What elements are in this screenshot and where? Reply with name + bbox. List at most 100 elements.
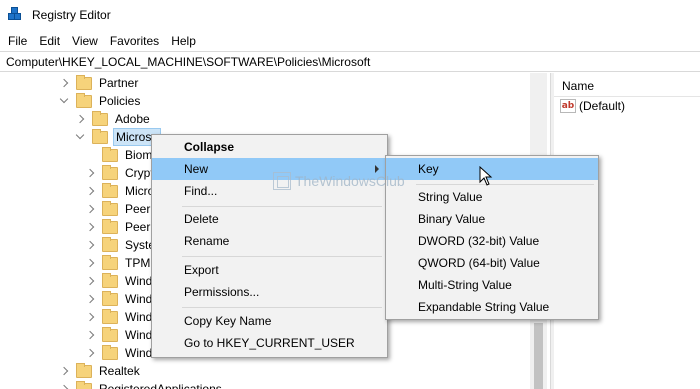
menu-item-export[interactable]: Export (152, 259, 387, 281)
chevron-right-icon[interactable] (60, 74, 70, 92)
folder-icon (76, 74, 92, 90)
submenu-item-expandable-string-value[interactable]: Expandable String Value (386, 296, 598, 318)
tree-item-label: Biom (125, 148, 153, 162)
tree-item-child[interactable]: PeerD (86, 200, 161, 218)
tree-item-partner[interactable]: Partner (60, 74, 140, 92)
column-header-name[interactable]: Name (562, 79, 594, 93)
tree-item-adobe[interactable]: Adobe (76, 110, 152, 128)
menu-separator (416, 184, 594, 185)
folder-icon (102, 200, 118, 216)
chevron-right-icon[interactable] (76, 110, 86, 128)
submenu-item-qword-value[interactable]: QWORD (64-bit) Value (386, 252, 598, 274)
submenu-item-string-value[interactable]: String Value (386, 186, 598, 208)
registry-editor-app-icon (8, 7, 24, 23)
folder-icon (102, 326, 118, 342)
watermark: TheWindowsClub (273, 172, 405, 190)
tree-item-child[interactable]: Wind (86, 272, 154, 290)
folder-icon (92, 128, 108, 144)
folder-icon (102, 146, 118, 162)
menu-item-rename[interactable]: Rename (152, 230, 387, 252)
value-row-default[interactable]: ab (Default) (560, 99, 625, 113)
chevron-down-icon[interactable] (60, 92, 70, 110)
submenu-item-dword-value[interactable]: DWORD (32-bit) Value (386, 230, 598, 252)
tree-item-policies[interactable]: Policies (60, 92, 142, 110)
tree-item-label: Wind (125, 310, 153, 324)
chevron-right-icon[interactable] (86, 200, 96, 218)
tree-item-child[interactable]: Biom (102, 146, 154, 164)
submenu-item-multi-string-value[interactable]: Multi-String Value (386, 274, 598, 296)
chevron-down-icon[interactable] (76, 128, 86, 146)
scrollbar-thumb[interactable] (534, 323, 543, 389)
menu-file[interactable]: File (0, 31, 33, 51)
tree-item-child[interactable]: Syste (86, 236, 157, 254)
string-value-icon: ab (560, 99, 576, 113)
menu-item-collapse[interactable]: Collapse (152, 136, 387, 158)
folder-icon (102, 182, 118, 198)
menu-help[interactable]: Help (165, 31, 202, 51)
chevron-right-icon[interactable] (86, 272, 96, 290)
folder-icon (76, 92, 92, 108)
folder-icon (92, 110, 108, 126)
menu-item-copy-key-name[interactable]: Copy Key Name (152, 310, 387, 332)
watermark-logo-icon (273, 172, 291, 190)
context-menu: Collapse New Find... Delete Rename Expor… (151, 134, 388, 358)
menu-separator (182, 307, 382, 308)
menu-bar: File Edit View Favorites Help (0, 31, 700, 51)
title-bar: Registry Editor (0, 0, 700, 30)
menu-view[interactable]: View (66, 31, 104, 51)
folder-icon (102, 308, 118, 324)
menu-item-permissions[interactable]: Permissions... (152, 281, 387, 303)
folder-icon (102, 164, 118, 180)
chevron-right-icon[interactable] (86, 290, 96, 308)
tree-item-label: Realtek (99, 364, 140, 378)
chevron-right-icon[interactable] (86, 308, 96, 326)
folder-icon (102, 218, 118, 234)
tree-item-registered-applications[interactable]: RegisteredApplications (60, 380, 224, 389)
tree-item-label: Wind (125, 292, 153, 306)
menu-edit[interactable]: Edit (33, 31, 66, 51)
folder-icon (76, 362, 92, 378)
mouse-pointer-icon (479, 166, 493, 186)
chevron-right-icon[interactable] (86, 344, 96, 362)
tree-item-child[interactable]: Wind (86, 308, 154, 326)
value-name: (Default) (579, 99, 626, 113)
watermark-text: TheWindowsClub (295, 173, 405, 189)
chevron-right-icon[interactable] (86, 182, 96, 200)
chevron-right-icon[interactable] (86, 218, 96, 236)
tree-item-label: TPM (125, 256, 151, 270)
tree-item-microsoft[interactable]: Microso (76, 128, 162, 146)
tree-item-child[interactable]: Wind (86, 326, 154, 344)
address-bar[interactable]: Computer\HKEY_LOCAL_MACHINE\SOFTWARE\Pol… (0, 51, 700, 72)
menu-item-new-label: New (184, 162, 209, 176)
folder-icon (102, 254, 118, 270)
menu-separator (182, 206, 382, 207)
window-title: Registry Editor (32, 8, 111, 22)
menu-item-goto-hkcu[interactable]: Go to HKEY_CURRENT_USER (152, 332, 387, 354)
chevron-right-icon[interactable] (86, 236, 96, 254)
chevron-right-icon[interactable] (60, 362, 70, 380)
chevron-right-icon[interactable] (86, 254, 96, 272)
tree-item-label: Adobe (115, 112, 150, 126)
chevron-right-icon[interactable] (60, 380, 70, 389)
menu-item-delete[interactable]: Delete (152, 208, 387, 230)
tree-item-realtek[interactable]: Realtek (60, 362, 142, 380)
folder-icon (102, 290, 118, 306)
tree-item-label: Wind (125, 328, 153, 342)
tree-item-child[interactable]: Wind (86, 290, 154, 308)
folder-icon (102, 344, 118, 360)
tree-item-child[interactable]: TPM (86, 254, 152, 272)
tree-item-child[interactable]: Crypt (86, 164, 156, 182)
tree-item-label: Partner (99, 76, 139, 90)
chevron-right-icon[interactable] (86, 326, 96, 344)
folder-icon (76, 380, 92, 389)
chevron-right-icon[interactable] (86, 164, 96, 182)
folder-icon (102, 272, 118, 288)
menu-favorites[interactable]: Favorites (104, 31, 165, 51)
tree-item-label: Wind (125, 274, 153, 288)
folder-icon (102, 236, 118, 252)
tree-item-child[interactable]: Micro (86, 182, 156, 200)
tree-item-child[interactable]: Peern (86, 218, 159, 236)
tree-item-label: Policies (99, 94, 141, 108)
tree-item-child[interactable]: Wind (86, 344, 154, 362)
submenu-item-binary-value[interactable]: Binary Value (386, 208, 598, 230)
